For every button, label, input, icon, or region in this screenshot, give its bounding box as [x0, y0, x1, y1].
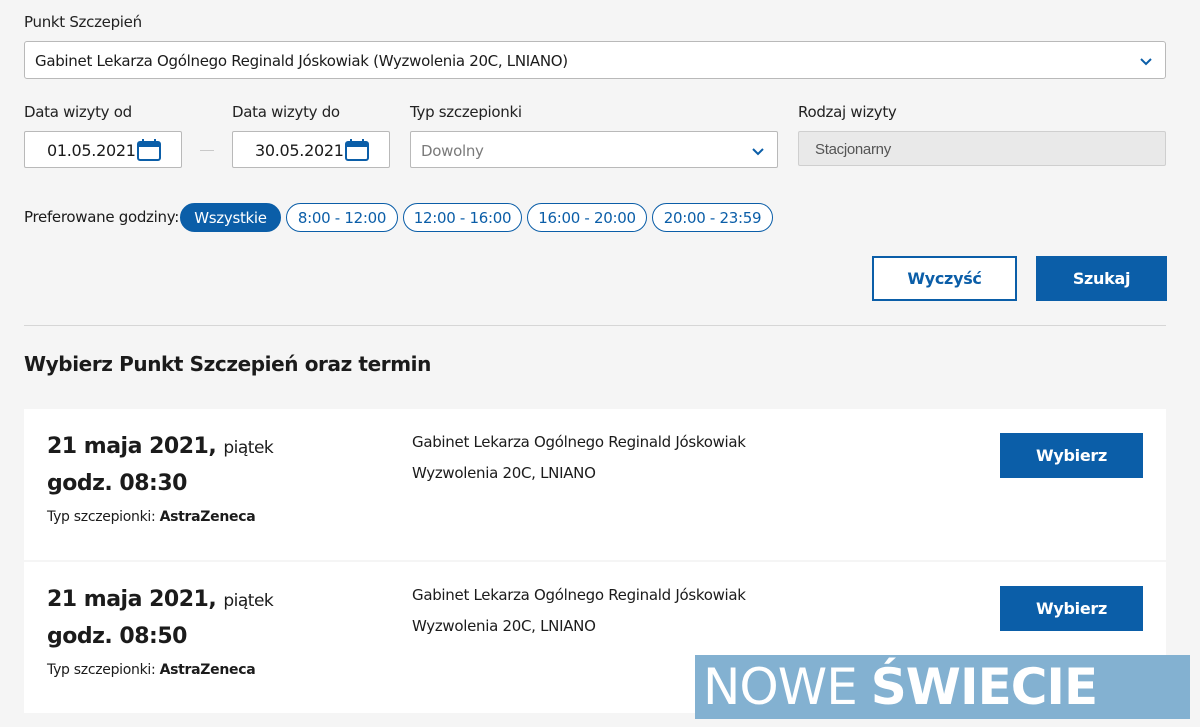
- calendar-icon[interactable]: [345, 139, 369, 161]
- clear-button[interactable]: Wyczyść: [872, 256, 1017, 301]
- hours-pill-20-24[interactable]: 20:00 - 23:59: [652, 203, 773, 232]
- slot-place: Gabinet Lekarza Ogólnego Reginald Jóskow…: [412, 433, 746, 451]
- preferred-hours-label: Preferowane godziny:: [24, 208, 179, 226]
- slot-date: 21 maja 2021, piątek: [47, 587, 274, 612]
- hours-pill-16-20[interactable]: 16:00 - 20:00: [527, 203, 647, 232]
- date-to-value: 30.05.2021: [255, 141, 344, 160]
- hours-pill-12-16[interactable]: 12:00 - 16:00: [403, 203, 522, 232]
- date-to-field[interactable]: 30.05.2021: [232, 131, 390, 168]
- vaccine-type-label: Typ szczepionki: [410, 103, 522, 121]
- date-from-label: Data wizyty od: [24, 103, 132, 121]
- pick-slot-button[interactable]: Wybierz: [1000, 586, 1143, 631]
- result-card: 21 maja 2021, piątek godz. 08:30 Typ szc…: [24, 409, 1166, 560]
- slot-day-of-week: piątek: [223, 438, 274, 458]
- vaccine-type-value: Dowolny: [421, 142, 484, 160]
- hours-pill-8-12[interactable]: 8:00 - 12:00: [286, 203, 398, 232]
- visit-type-field: Stacjonarny: [798, 131, 1166, 166]
- slot-vaccine-type: Typ szczepionki: AstraZeneca: [47, 662, 256, 678]
- slot-address: Wyzwolenia 20C, LNIANO: [412, 617, 596, 635]
- slot-time: godz. 08:50: [47, 624, 187, 649]
- watermark-text-part1: NOWE: [703, 658, 858, 716]
- point-select[interactable]: Gabinet Lekarza Ogólnego Reginald Jóskow…: [24, 41, 1166, 79]
- vaccine-name: AstraZeneca: [159, 509, 256, 525]
- vaccine-name: AstraZeneca: [159, 662, 256, 678]
- date-range-separator: [200, 150, 214, 151]
- slot-vaccine-type: Typ szczepionki: AstraZeneca: [47, 509, 256, 525]
- slot-day-of-week: piątek: [223, 591, 274, 611]
- point-label: Punkt Szczepień: [24, 13, 142, 31]
- visit-type-label: Rodzaj wizyty: [798, 103, 897, 121]
- vaccine-type-caption: Typ szczepionki:: [47, 509, 156, 525]
- search-button[interactable]: Szukaj: [1036, 256, 1167, 301]
- slot-date: 21 maja 2021, piątek: [47, 434, 274, 459]
- pick-slot-button[interactable]: Wybierz: [1000, 433, 1143, 478]
- visit-type-value: Stacjonarny: [815, 141, 891, 158]
- date-from-value: 01.05.2021: [47, 141, 136, 160]
- calendar-icon[interactable]: [137, 139, 161, 161]
- hours-pill-all[interactable]: Wszystkie: [180, 203, 281, 232]
- watermark-text-part2: ŚWIECIE: [870, 658, 1098, 716]
- slot-date-text: 21 maja 2021,: [47, 434, 217, 459]
- date-to-label: Data wizyty do: [232, 103, 340, 121]
- slot-date-text: 21 maja 2021,: [47, 587, 217, 612]
- slot-address: Wyzwolenia 20C, LNIANO: [412, 464, 596, 482]
- date-from-field[interactable]: 01.05.2021: [24, 131, 182, 168]
- point-select-value: Gabinet Lekarza Ogólnego Reginald Jóskow…: [35, 52, 568, 70]
- slot-place: Gabinet Lekarza Ogólnego Reginald Jóskow…: [412, 586, 746, 604]
- divider: [24, 325, 1166, 326]
- slot-time: godz. 08:30: [47, 471, 187, 496]
- vaccine-type-caption: Typ szczepionki:: [47, 662, 156, 678]
- results-title: Wybierz Punkt Szczepień oraz termin: [24, 352, 431, 376]
- chevron-down-icon: [1140, 58, 1152, 66]
- chevron-down-icon: [752, 148, 764, 156]
- vaccine-type-select[interactable]: Dowolny: [410, 131, 778, 168]
- watermark-logo: NOWE ŚWIECIE: [695, 655, 1190, 719]
